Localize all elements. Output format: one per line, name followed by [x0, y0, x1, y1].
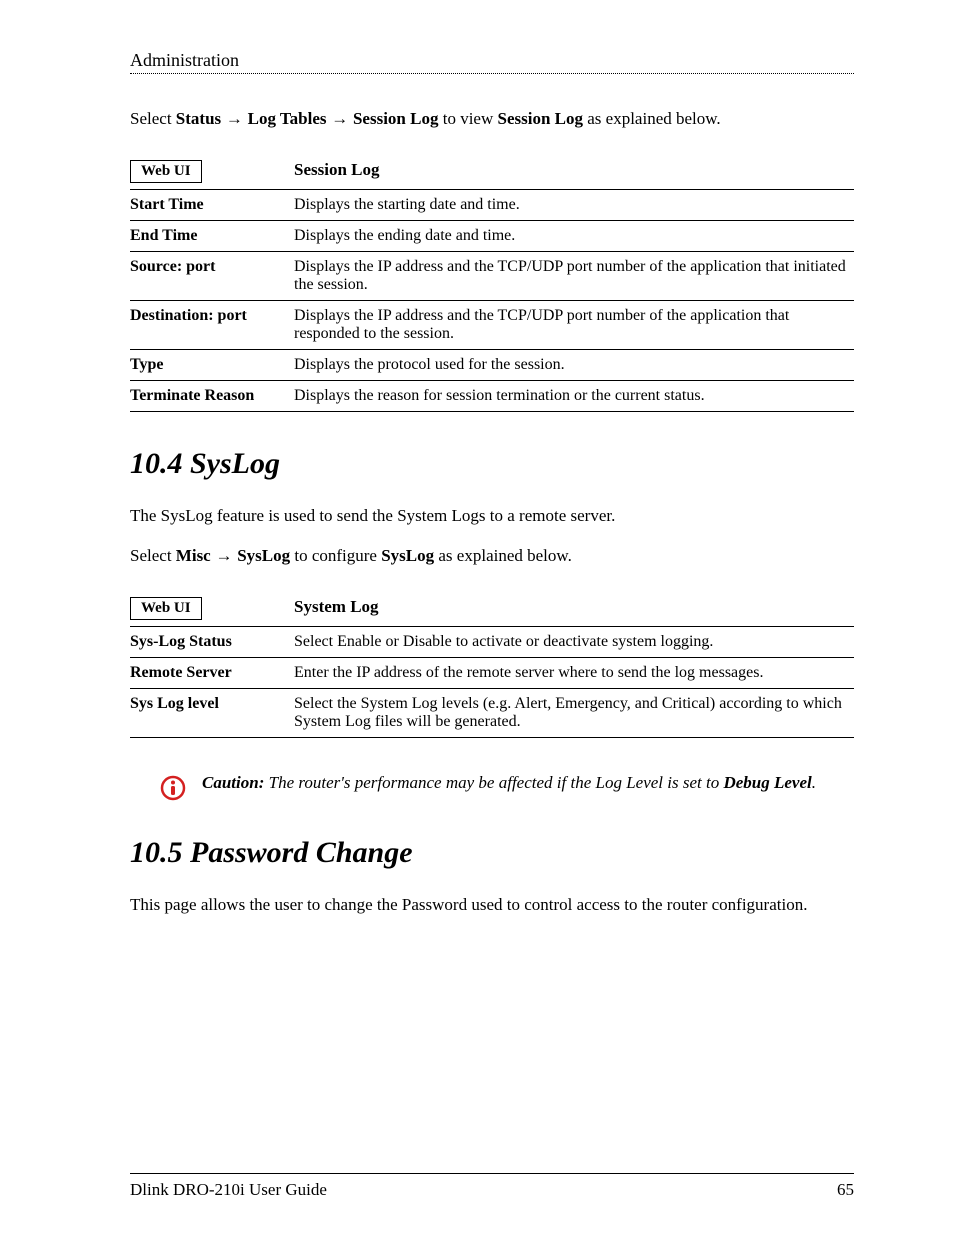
arrow-icon: →: [211, 546, 237, 565]
table-row: Start TimeDisplays the starting date and…: [130, 190, 854, 221]
table-header-row: Web UI System Log: [130, 591, 854, 627]
table-row: Terminate ReasonDisplays the reason for …: [130, 381, 854, 412]
caution-label: Caution:: [202, 773, 264, 792]
table-row: Sys Log levelSelect the System Log level…: [130, 689, 854, 738]
password-intro: This page allows the user to change the …: [130, 895, 854, 915]
page-header-title: Administration: [130, 50, 239, 70]
table-header-row: Web UI Session Log: [130, 154, 854, 190]
table-row: Remote ServerEnter the IP address of the…: [130, 658, 854, 689]
table-row: TypeDisplays the protocol used for the s…: [130, 350, 854, 381]
session-log-table: Web UI Session Log Start TimeDisplays th…: [130, 154, 854, 412]
section-heading-password: 10.5 Password Change: [130, 836, 854, 870]
web-ui-label: Web UI: [130, 160, 202, 183]
session-log-nav-instruction: Select Status → Log Tables → Session Log…: [130, 109, 854, 129]
page-footer: Dlink DRO-210i User Guide 65: [130, 1173, 854, 1200]
system-log-table: Web UI System Log Sys-Log StatusSelect E…: [130, 591, 854, 738]
footer-guide-title: Dlink DRO-210i User Guide: [130, 1180, 327, 1200]
table-row: End TimeDisplays the ending date and tim…: [130, 221, 854, 252]
caution-icon: [160, 775, 186, 806]
caution-note: Caution: The router's performance may be…: [160, 773, 854, 806]
section-heading-syslog: 10.4 SysLog: [130, 447, 854, 481]
table-title: Session Log: [294, 154, 854, 190]
syslog-intro: The SysLog feature is used to send the S…: [130, 506, 854, 526]
table-title: System Log: [294, 591, 854, 627]
page-header: Administration: [130, 50, 854, 74]
arrow-icon: →: [221, 109, 247, 128]
arrow-icon: →: [327, 109, 353, 128]
table-row: Source: portDisplays the IP address and …: [130, 252, 854, 301]
footer-page-number: 65: [837, 1180, 854, 1200]
syslog-nav-instruction: Select Misc → SysLog to configure SysLog…: [130, 546, 854, 566]
web-ui-label: Web UI: [130, 597, 202, 620]
table-row: Sys-Log StatusSelect Enable or Disable t…: [130, 627, 854, 658]
table-row: Destination: portDisplays the IP address…: [130, 301, 854, 350]
